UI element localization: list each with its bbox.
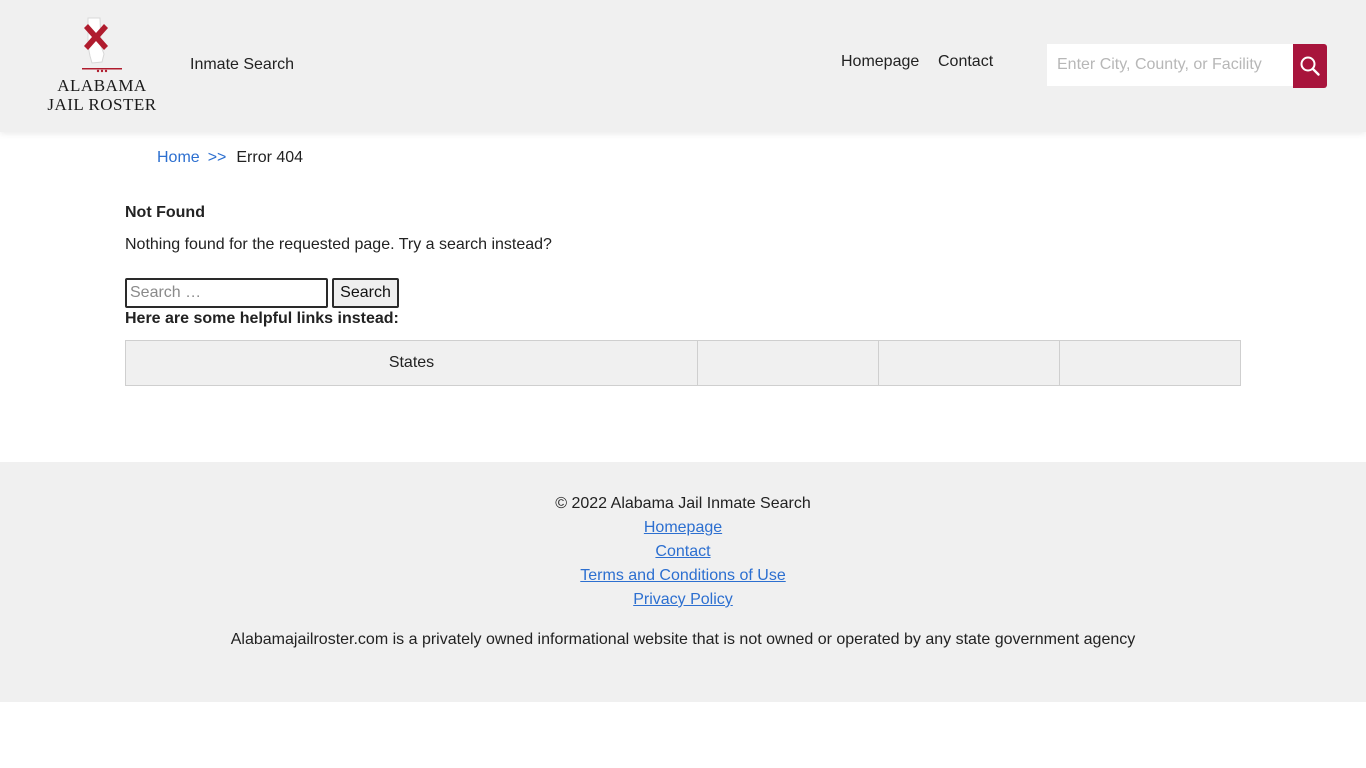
footer-copyright: © 2022 Alabama Jail Inmate Search (555, 495, 811, 512)
links-cell-states[interactable]: States (126, 341, 698, 385)
footer-link-terms[interactable]: Terms and Conditions of Use (580, 567, 785, 584)
site-logo[interactable]: ALABAMA JAIL ROSTER (46, 16, 158, 116)
page-title: Not Found (125, 204, 205, 221)
links-cell-empty (1060, 341, 1240, 385)
logo-text-line2: JAIL ROSTER (47, 95, 157, 114)
footer-link-contact[interactable]: Contact (655, 543, 710, 560)
footer-link-privacy[interactable]: Privacy Policy (633, 591, 733, 608)
links-cell-empty (879, 341, 1060, 385)
helpful-links-table: States (125, 340, 1241, 386)
breadcrumb: Home >> Error 404 (157, 149, 303, 167)
logo-text-line1: ALABAMA (57, 76, 147, 95)
breadcrumb-separator: >> (207, 149, 227, 166)
search-icon (1300, 56, 1320, 76)
not-found-message: Nothing found for the requested page. Tr… (125, 236, 552, 253)
alabama-flag-state-icon (82, 17, 122, 73)
header-search-input[interactable] (1047, 44, 1293, 86)
breadcrumb-current: Error 404 (236, 149, 304, 166)
nav-contact[interactable]: Contact (938, 53, 993, 71)
nav-inmate-search[interactable]: Inmate Search (190, 56, 294, 74)
links-cell-empty (698, 341, 879, 385)
breadcrumb-home-link[interactable]: Home (157, 149, 200, 166)
header-search-button[interactable] (1293, 44, 1327, 88)
footer-disclaimer: Alabamajailroster.com is a privately own… (230, 631, 1136, 648)
site-footer: © 2022 Alabama Jail Inmate Search Homepa… (0, 462, 1366, 702)
search-button[interactable]: Search (332, 278, 399, 308)
search-input[interactable] (125, 278, 328, 308)
footer-link-homepage[interactable]: Homepage (644, 519, 722, 536)
nav-homepage[interactable]: Homepage (841, 53, 919, 71)
site-header: ALABAMA JAIL ROSTER Inmate Search Homepa… (0, 0, 1366, 132)
helpful-links-heading: Here are some helpful links instead: (125, 310, 399, 327)
